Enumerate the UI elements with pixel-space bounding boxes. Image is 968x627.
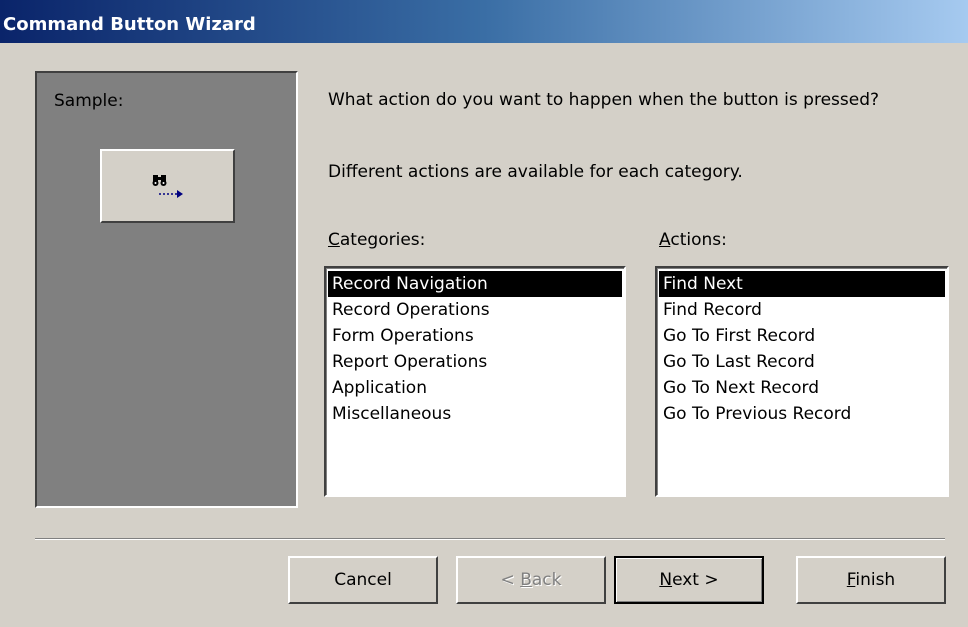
window-title: Command Button Wizard (3, 14, 256, 35)
cancel-button[interactable]: Cancel (288, 556, 438, 604)
categories-listbox[interactable]: Record Navigation Record Operations Form… (324, 266, 626, 497)
category-item-record-navigation[interactable]: Record Navigation (328, 271, 622, 297)
finish-button[interactable]: Finish (796, 556, 946, 604)
action-item-go-to-next-record[interactable]: Go To Next Record (659, 375, 945, 401)
category-item-report-operations[interactable]: Report Operations (328, 349, 622, 375)
sample-button-preview (100, 149, 235, 223)
sample-panel: Sample: (35, 71, 298, 508)
action-item-find-next[interactable]: Find Next (659, 271, 945, 297)
action-item-find-record[interactable]: Find Record (659, 297, 945, 323)
action-item-go-to-first-record[interactable]: Go To First Record (659, 323, 945, 349)
footer-divider (35, 538, 945, 540)
category-item-miscellaneous[interactable]: Miscellaneous (328, 401, 622, 427)
category-item-form-operations[interactable]: Form Operations (328, 323, 622, 349)
categories-label: Categories: (328, 230, 426, 250)
actions-listbox[interactable]: Find Next Find Record Go To First Record… (655, 266, 949, 497)
binoculars-find-next-icon (152, 175, 183, 198)
back-button[interactable]: < Back (456, 556, 606, 604)
category-item-application[interactable]: Application (328, 375, 622, 401)
window-titlebar[interactable]: Command Button Wizard (0, 0, 968, 43)
actions-label: Actions: (659, 230, 727, 250)
sample-label: Sample: (54, 91, 124, 111)
category-item-record-operations[interactable]: Record Operations (328, 297, 622, 323)
category-hint: Different actions are available for each… (328, 162, 743, 182)
action-item-go-to-last-record[interactable]: Go To Last Record (659, 349, 945, 375)
next-button[interactable]: Next > (614, 556, 764, 604)
action-question: What action do you want to happen when t… (328, 90, 880, 110)
action-item-go-to-previous-record[interactable]: Go To Previous Record (659, 401, 945, 427)
